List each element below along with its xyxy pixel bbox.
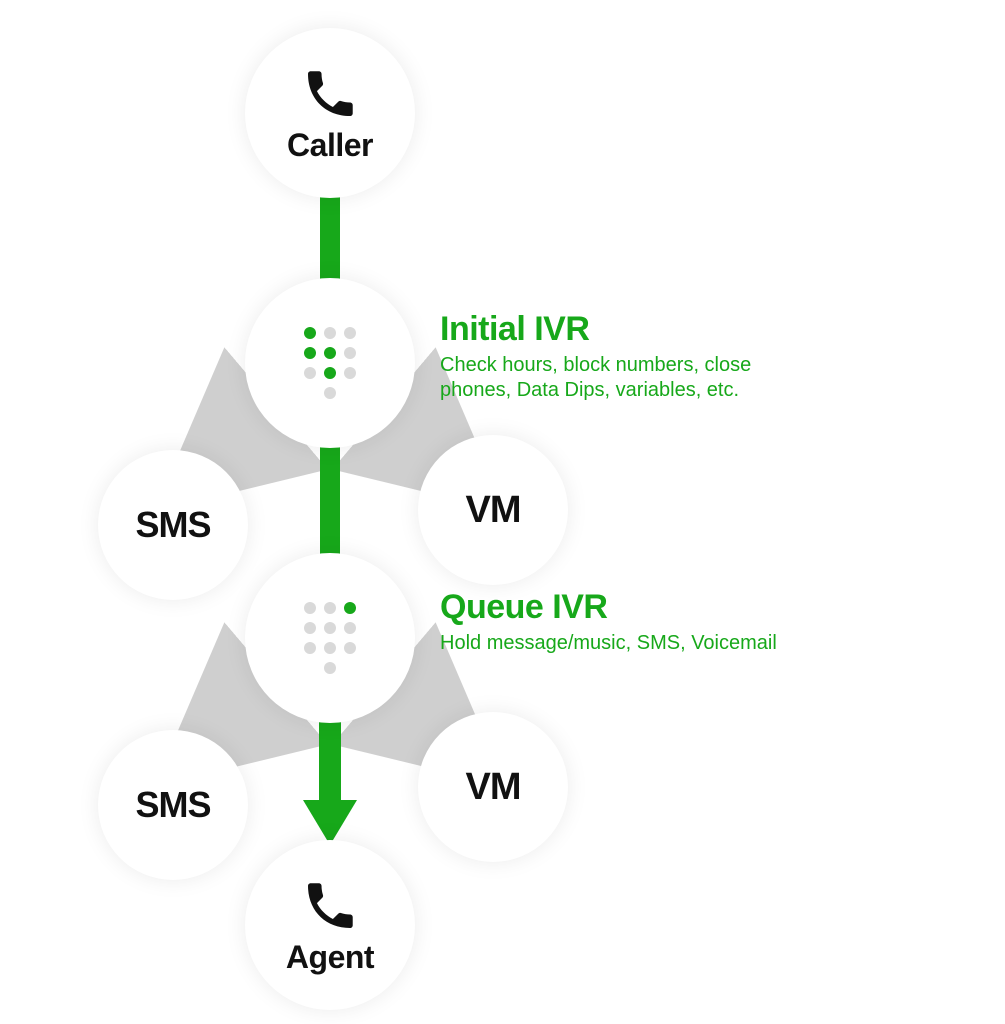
initial-ivr-desc: Check hours, block numbers, close phones… <box>440 353 810 403</box>
initial-ivr-node <box>245 278 415 448</box>
vm-node: VM <box>418 435 568 585</box>
sms-node: SMS <box>98 730 248 880</box>
sms-node: SMS <box>98 450 248 600</box>
sms-label: SMS <box>135 787 210 823</box>
vm-label: VM <box>466 768 521 806</box>
queue-ivr-annotation: Queue IVR Hold message/music, SMS, Voice… <box>440 588 777 656</box>
dialpad-icon <box>303 326 357 400</box>
queue-ivr-node <box>245 553 415 723</box>
agent-node: Agent <box>245 840 415 1010</box>
phone-icon <box>301 877 359 935</box>
queue-ivr-desc: Hold message/music, SMS, Voicemail <box>440 631 777 656</box>
vm-label: VM <box>466 491 521 529</box>
vm-node: VM <box>418 712 568 862</box>
sms-label: SMS <box>135 507 210 543</box>
ivr-flow-diagram: Caller Initial IVR Check hours, block nu… <box>0 0 1005 1024</box>
initial-ivr-annotation: Initial IVR Check hours, block numbers, … <box>440 310 810 403</box>
caller-label: Caller <box>287 129 373 161</box>
agent-label: Agent <box>286 941 374 973</box>
caller-node: Caller <box>245 28 415 198</box>
phone-icon <box>301 65 359 123</box>
dialpad-icon <box>303 601 357 675</box>
initial-ivr-title: Initial IVR <box>440 310 810 349</box>
queue-ivr-title: Queue IVR <box>440 588 777 627</box>
